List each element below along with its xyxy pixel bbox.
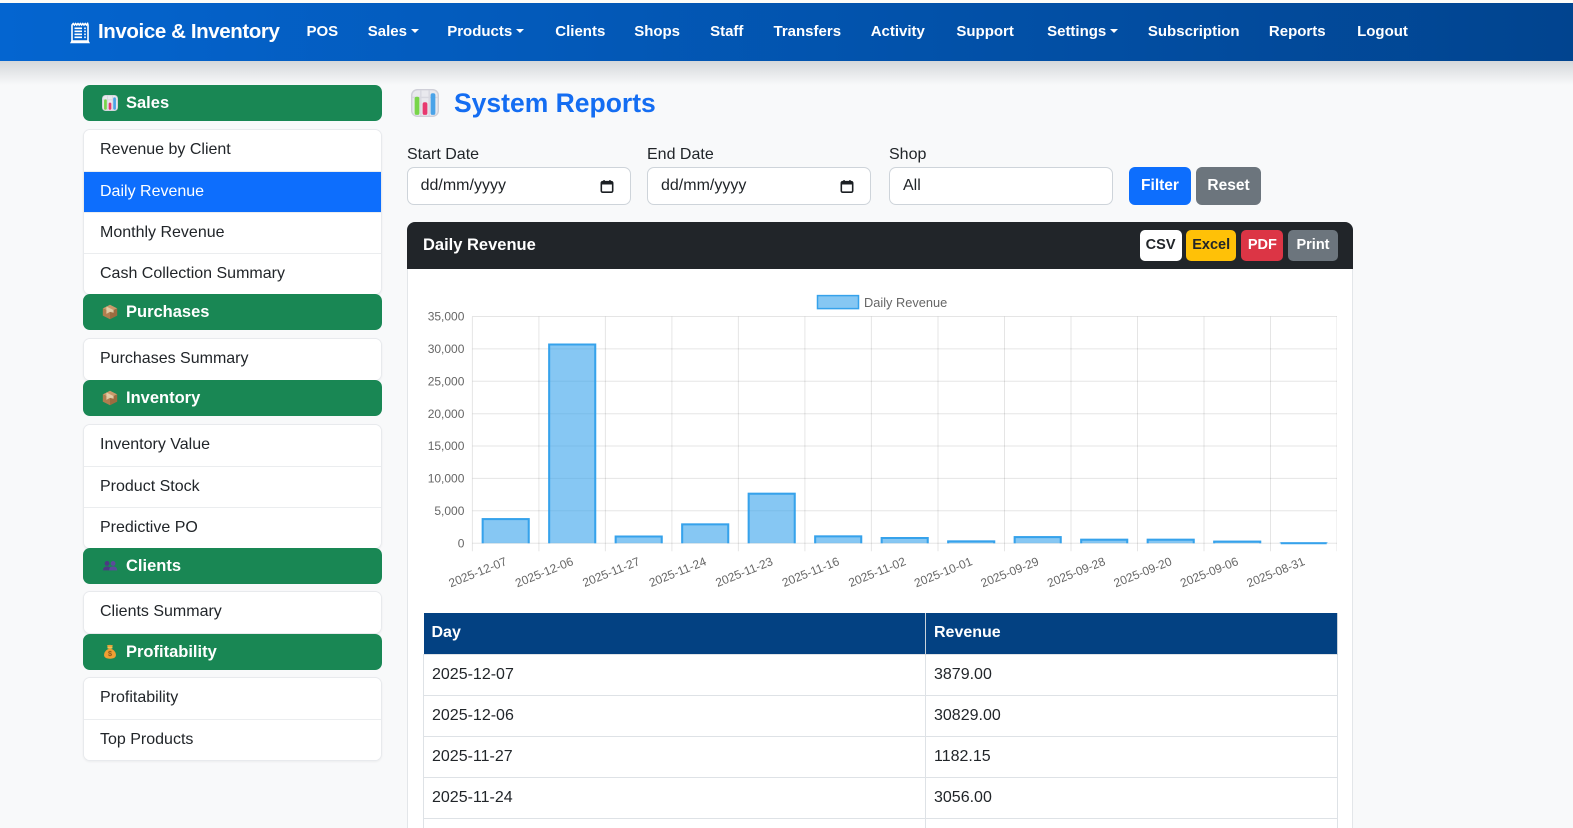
svg-text:2025-09-29: 2025-09-29: [979, 554, 1041, 590]
svg-text:35,000: 35,000: [428, 310, 465, 324]
svg-text:2025-11-02: 2025-11-02: [846, 554, 908, 590]
svg-text:2025-11-24: 2025-11-24: [647, 554, 709, 590]
svg-text:2025-09-06: 2025-09-06: [1178, 554, 1240, 590]
svg-text:25,000: 25,000: [428, 375, 465, 389]
svg-text:2025-11-23: 2025-11-23: [713, 554, 775, 590]
svg-text:5,000: 5,000: [434, 504, 464, 518]
svg-text:2025-10-01: 2025-10-01: [912, 554, 974, 590]
svg-text:2025-09-20: 2025-09-20: [1112, 554, 1174, 590]
svg-text:10,000: 10,000: [428, 472, 465, 486]
svg-text:Daily Revenue: Daily Revenue: [864, 295, 947, 310]
svg-text:2025-11-16: 2025-11-16: [780, 554, 842, 590]
svg-text:15,000: 15,000: [428, 439, 465, 453]
svg-text:2025-12-06: 2025-12-06: [513, 554, 575, 590]
svg-text:$: $: [108, 649, 112, 658]
svg-text:2025-09-28: 2025-09-28: [1045, 554, 1107, 590]
svg-text:2025-11-27: 2025-11-27: [580, 554, 642, 590]
svg-text:30,000: 30,000: [428, 342, 465, 356]
svg-text:20,000: 20,000: [428, 407, 465, 421]
svg-text:0: 0: [458, 536, 465, 550]
svg-text:2025-08-31: 2025-08-31: [1245, 554, 1307, 590]
svg-text:2025-12-07: 2025-12-07: [447, 554, 509, 590]
